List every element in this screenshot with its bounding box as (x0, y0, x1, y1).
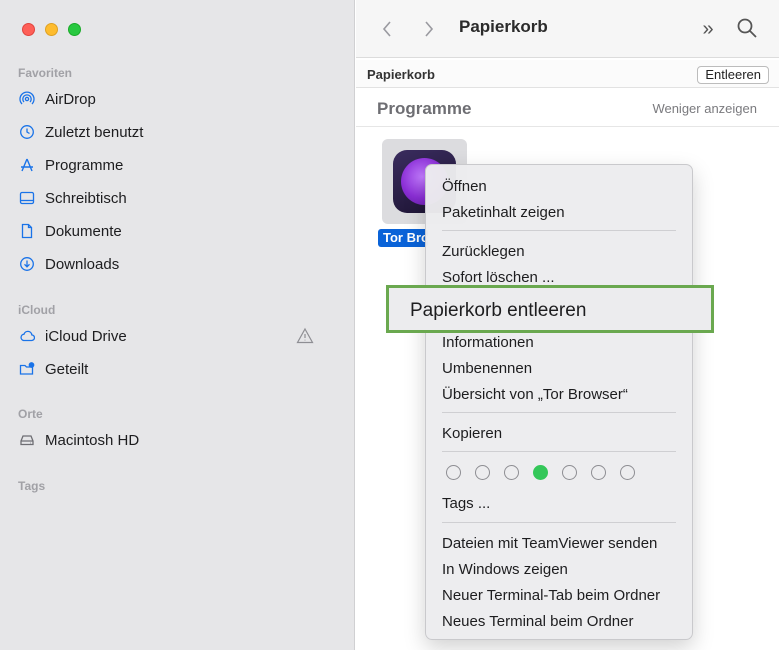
menu-separator (442, 451, 676, 452)
desktop-icon (18, 189, 36, 207)
menu-item-rename[interactable]: Umbenennen (442, 360, 532, 377)
search-icon (737, 18, 757, 38)
path-label: Papierkorb (367, 67, 435, 82)
menu-separator (442, 412, 676, 413)
menu-item-copy[interactable]: Kopieren (442, 425, 502, 442)
sidebar: Favoriten AirDrop Zuletzt benutzt Progra… (0, 0, 355, 650)
tag-color-2[interactable] (475, 465, 490, 480)
tag-color-green[interactable] (533, 465, 548, 480)
sidebar-item-icloud-drive[interactable]: iCloud Drive (18, 323, 338, 349)
toolbar: Papierkorb » (356, 0, 779, 58)
menu-item-show-in-windows[interactable]: In Windows zeigen (442, 561, 568, 578)
disk-icon (18, 431, 36, 449)
sidebar-section-tags: Tags (18, 479, 46, 493)
empty-trash-button[interactable]: Entleeren (697, 66, 769, 84)
forward-button[interactable] (418, 16, 440, 42)
minimize-window-button[interactable] (45, 23, 58, 36)
sidebar-item-label: iCloud Drive (45, 327, 127, 345)
sidebar-item-label: Macintosh HD (45, 431, 140, 449)
sidebar-item-recents[interactable]: Zuletzt benutzt (18, 119, 338, 145)
menu-item-new-terminal-tab[interactable]: Neuer Terminal-Tab beim Ordner (442, 587, 660, 604)
tag-color-5[interactable] (562, 465, 577, 480)
menu-item-empty-trash-highlighted[interactable]: Papierkorb entleeren (386, 285, 714, 333)
menu-item-put-back[interactable]: Zurücklegen (442, 243, 525, 260)
close-window-button[interactable] (22, 23, 35, 36)
download-icon (18, 255, 36, 273)
tag-color-7[interactable] (620, 465, 635, 480)
sidebar-item-label: Downloads (45, 255, 120, 273)
menu-item-show-package-contents[interactable]: Paketinhalt zeigen (442, 204, 565, 221)
menu-item-open[interactable]: Öffnen (442, 178, 487, 195)
document-icon (18, 222, 36, 240)
sidebar-item-label: Schreibtisch (45, 189, 127, 207)
menu-item-tags[interactable]: Tags ... (442, 495, 490, 512)
back-button[interactable] (376, 16, 398, 42)
menu-item-quick-look[interactable]: Übersicht von „Tor Browser“ (442, 386, 628, 403)
sidebar-item-desktop[interactable]: Schreibtisch (18, 185, 338, 211)
search-button[interactable] (735, 16, 759, 40)
menu-item-delete-immediately[interactable]: Sofort löschen ... (442, 269, 555, 286)
airdrop-icon (18, 90, 36, 108)
menu-item-label: Papierkorb entleeren (410, 300, 587, 321)
sidebar-item-label: AirDrop (45, 90, 96, 108)
toolbar-overflow-button[interactable]: » (696, 17, 720, 41)
sidebar-item-downloads[interactable]: Downloads (18, 251, 338, 277)
zoom-window-button[interactable] (68, 23, 81, 36)
tag-color-6[interactable] (591, 465, 606, 480)
sidebar-item-airdrop[interactable]: AirDrop (18, 86, 338, 112)
group-header: Programme Weniger anzeigen (356, 89, 779, 127)
file-name-label[interactable]: Tor Browser (378, 229, 428, 247)
menu-item-get-info[interactable]: Informationen (442, 334, 534, 351)
sidebar-section-favorites: Favoriten (18, 66, 73, 80)
window-title: Papierkorb (459, 17, 548, 36)
shared-folder-icon (18, 360, 36, 378)
tag-color-3[interactable] (504, 465, 519, 480)
sidebar-item-macintosh-hd[interactable]: Macintosh HD (18, 427, 338, 453)
menu-item-new-terminal[interactable]: Neues Terminal beim Ordner (442, 613, 633, 630)
apps-icon (18, 156, 36, 174)
tag-color-1[interactable] (446, 465, 461, 480)
warning-icon[interactable] (296, 327, 314, 345)
cloud-icon (18, 327, 36, 345)
sidebar-section-icloud: iCloud (18, 303, 56, 317)
sidebar-item-label: Dokumente (45, 222, 122, 240)
show-less-link[interactable]: Weniger anzeigen (652, 101, 757, 116)
sidebar-item-applications[interactable]: Programme (18, 152, 338, 178)
group-title: Programme (377, 99, 472, 118)
sidebar-item-documents[interactable]: Dokumente (18, 218, 338, 244)
sidebar-item-label: Geteilt (45, 360, 89, 378)
sidebar-item-label: Zuletzt benutzt (45, 123, 144, 141)
path-bar: Papierkorb Entleeren (356, 60, 779, 88)
menu-item-send-teamviewer[interactable]: Dateien mit TeamViewer senden (442, 535, 657, 552)
menu-separator (442, 230, 676, 231)
sidebar-item-shared[interactable]: Geteilt (18, 356, 338, 382)
menu-separator (442, 522, 676, 523)
finder-window: Favoriten AirDrop Zuletzt benutzt Progra… (0, 0, 779, 650)
clock-icon (18, 123, 36, 141)
sidebar-section-places: Orte (18, 407, 43, 421)
sidebar-item-label: Programme (45, 156, 124, 174)
context-menu: Öffnen Paketinhalt zeigen Zurücklegen So… (425, 164, 693, 640)
